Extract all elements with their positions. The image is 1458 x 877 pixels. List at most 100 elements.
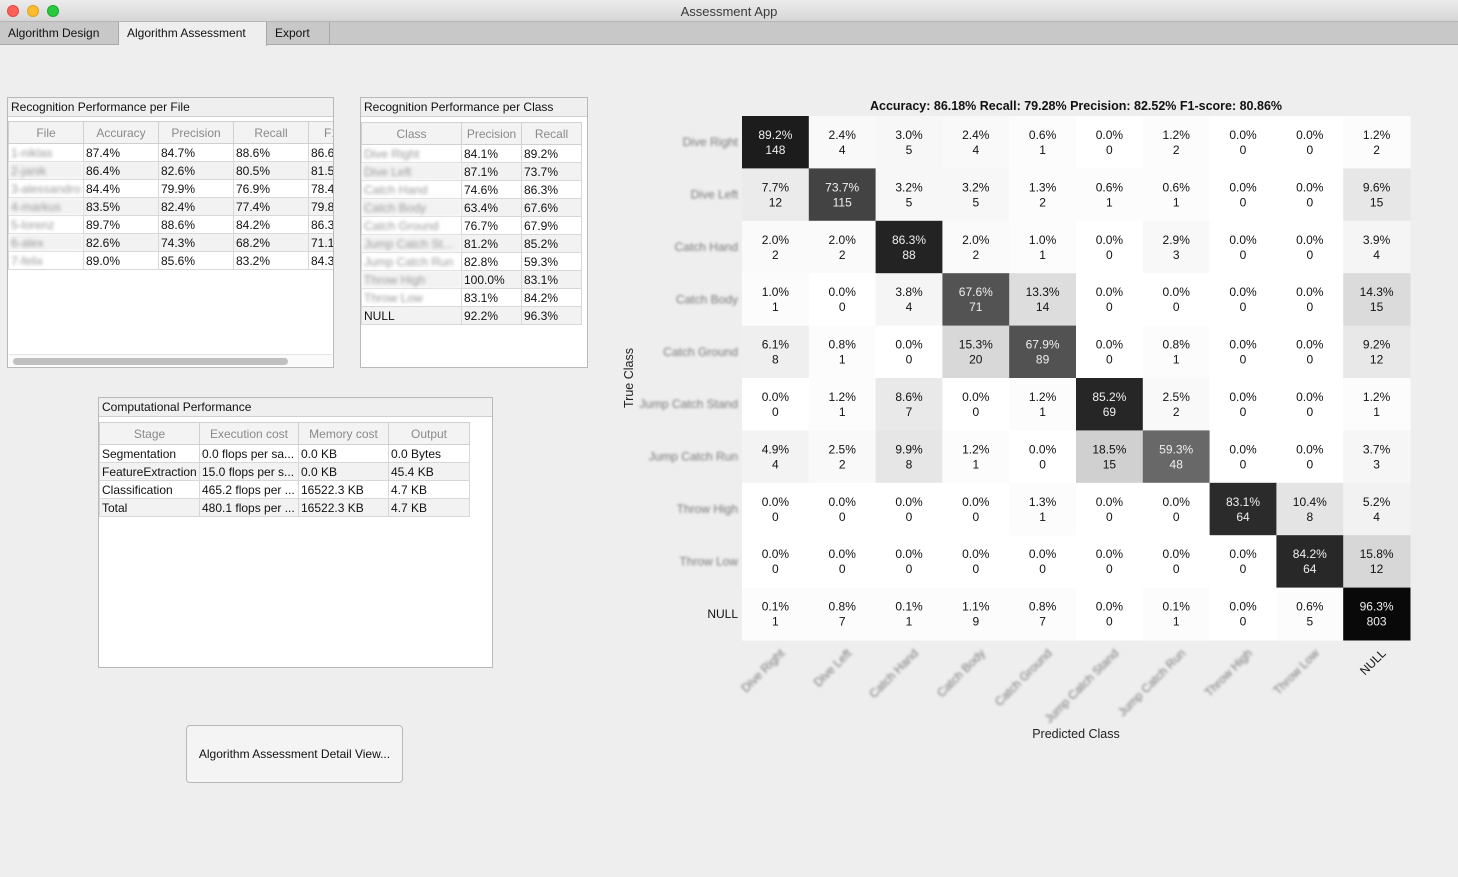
cell-count-label: 2 xyxy=(972,248,979,262)
cell-count-label: 0 xyxy=(906,353,913,367)
x-tick-label: Dive Left xyxy=(811,646,855,690)
cell-count-label: 0 xyxy=(1306,353,1313,367)
table-cell: 88.6% xyxy=(233,143,309,162)
table-row[interactable]: Throw High 100.0% 83.1% xyxy=(361,270,582,289)
table-row[interactable]: Catch Ground 76.7% 67.9% xyxy=(361,216,582,235)
computational-table: Stage Execution cost Memory cost Output Seg… xyxy=(99,422,470,517)
cell-percent-label: 9.2% xyxy=(1363,338,1391,352)
cell-count-label: 0 xyxy=(1306,405,1313,419)
table-row[interactable]: 4-markus 83.5% 82.4% 77.4% 79.8 xyxy=(8,197,333,216)
column-header[interactable]: Class xyxy=(361,122,462,145)
table-row[interactable]: Throw Low 83.1% 84.2% xyxy=(361,288,582,307)
table-cell: Jump Catch St... xyxy=(361,234,462,253)
cell-count-label: 115 xyxy=(833,195,852,209)
cell-count-label: 1 xyxy=(839,353,846,367)
cell-percent-label: 0.1% xyxy=(762,600,790,614)
table-cell: 68.2% xyxy=(233,233,309,252)
cell-count-label: 7 xyxy=(839,615,846,629)
cell-percent-label: 3.2% xyxy=(962,180,990,194)
table-row[interactable]: 3-alessandro 84.4% 79.9% 76.9% 78.4 xyxy=(8,179,333,198)
cell-percent-label: 0.0% xyxy=(1096,233,1124,247)
cell-percent-label: 0.0% xyxy=(1229,233,1257,247)
table-row[interactable]: Classification 465.2 flops per ... 16522.3… xyxy=(99,480,470,499)
table-row[interactable]: Jump Catch Run 82.8% 59.3% xyxy=(361,252,582,271)
cell-percent-label: 0.0% xyxy=(962,495,990,509)
column-header[interactable]: Precision xyxy=(461,122,522,145)
cell-count-label: 1 xyxy=(772,300,779,314)
column-header[interactable]: File xyxy=(8,121,84,144)
cell-percent-label: 9.6% xyxy=(1363,180,1391,194)
table-cell: 7-felix xyxy=(8,251,84,270)
table-row[interactable]: Jump Catch St... 81.2% 85.2% xyxy=(361,234,582,253)
table-cell: 79.8 xyxy=(308,197,333,216)
cell-count-label: 0 xyxy=(1240,143,1247,157)
table-cell: 83.5% xyxy=(83,197,159,216)
table-cell: 16522.3 KB xyxy=(298,498,389,517)
table-row[interactable]: Catch Hand 74.6% 86.3% xyxy=(361,180,582,199)
y-tick-label: Dive Left xyxy=(691,188,739,202)
y-tick-label: Jump Catch Stand xyxy=(639,397,738,411)
window-title: Assessment App xyxy=(680,4,778,19)
cell-count-label: 1 xyxy=(1173,195,1180,209)
table-row[interactable]: 6-alex 82.6% 74.3% 68.2% 71.1 xyxy=(8,233,333,252)
column-header[interactable]: F1 xyxy=(308,121,333,144)
table-cell: 87.4% xyxy=(83,143,159,162)
x-axis-label: Predicted Class xyxy=(1032,727,1120,741)
column-header[interactable]: Recall xyxy=(233,121,309,144)
cell-percent-label: 1.3% xyxy=(1029,180,1057,194)
cell-count-label: 4 xyxy=(839,143,846,157)
cell-percent-label: 8.6% xyxy=(895,390,923,404)
horizontal-scrollbar[interactable] xyxy=(9,354,332,366)
cell-percent-label: 15.3% xyxy=(959,338,993,352)
cell-count-label: 0 xyxy=(1039,562,1046,576)
table-cell: 83.1% xyxy=(521,270,582,289)
cell-percent-label: 2.9% xyxy=(1163,233,1191,247)
table-cell: 76.9% xyxy=(233,179,309,198)
cell-percent-label: 3.2% xyxy=(895,180,923,194)
table-row[interactable]: Dive Right 84.1% 89.2% xyxy=(361,144,582,163)
y-axis-label: True Class xyxy=(622,348,636,408)
cell-count-label: 4 xyxy=(772,457,779,471)
column-header[interactable]: Execution cost xyxy=(199,422,299,445)
tab-algorithm-assessment[interactable]: Algorithm Assessment xyxy=(119,22,267,46)
cell-count-label: 1 xyxy=(906,615,913,629)
column-header[interactable]: Memory cost xyxy=(298,422,389,445)
column-header[interactable]: Stage xyxy=(99,422,200,445)
scrollbar-thumb[interactable] xyxy=(13,358,288,365)
table-row[interactable]: FeatureExtraction 15.0 flops per s... 0.0 … xyxy=(99,462,470,481)
table-cell: 89.0% xyxy=(83,251,159,270)
detail-view-button[interactable]: Algorithm Assessment Detail View... xyxy=(186,725,403,783)
table-row[interactable]: 7-felix 89.0% 85.6% 83.2% 84.3 xyxy=(8,251,333,270)
table-row[interactable]: Catch Body 63.4% 67.6% xyxy=(361,198,582,217)
column-header[interactable]: Output xyxy=(388,422,470,445)
cell-count-label: 64 xyxy=(1236,510,1250,524)
cell-count-label: 0 xyxy=(1240,562,1247,576)
table-row[interactable]: 5-lorenz 89.7% 88.6% 84.2% 86.3 xyxy=(8,215,333,234)
tab-algorithm-design[interactable]: Algorithm Design xyxy=(0,22,119,45)
tab-export[interactable]: Export xyxy=(267,22,330,45)
table-cell: 79.9% xyxy=(158,179,234,198)
cell-percent-label: 83.1% xyxy=(1226,495,1260,509)
cell-percent-label: 89.2% xyxy=(758,128,792,142)
table-row[interactable]: 2-janik 86.4% 82.6% 80.5% 81.5 xyxy=(8,161,333,180)
per-class-table-viewport: Class Precision Recall Dive Right 84.1% 89.2… xyxy=(361,122,587,362)
per-file-panel: Recognition Performance per File File Acc… xyxy=(7,97,334,368)
column-header[interactable]: Accuracy xyxy=(83,121,159,144)
cell-percent-label: 0.0% xyxy=(895,495,923,509)
table-cell: 86.3% xyxy=(521,180,582,199)
table-row[interactable]: 1-niklas 87.4% 84.7% 88.6% 86.6 xyxy=(8,143,333,162)
table-row[interactable]: Segmentation 0.0 flops per sa... 0.0 KB 0.0… xyxy=(99,444,470,463)
cell-count-label: 0 xyxy=(839,300,846,314)
table-cell: Catch Ground xyxy=(361,216,462,235)
cell-count-label: 69 xyxy=(1103,405,1117,419)
cell-percent-label: 0.0% xyxy=(1229,390,1257,404)
column-header[interactable]: Precision xyxy=(158,121,234,144)
cell-count-label: 1 xyxy=(972,457,979,471)
cell-count-label: 1 xyxy=(839,405,846,419)
table-row[interactable]: NULL 92.2% 96.3% xyxy=(361,306,582,325)
table-row[interactable]: Total 480.1 flops per ... 16522.3 KB 4.7 KB xyxy=(99,498,470,517)
table-cell: 6-alex xyxy=(8,233,84,252)
cell-percent-label: 4.9% xyxy=(762,442,790,456)
column-header[interactable]: Recall xyxy=(521,122,582,145)
table-row[interactable]: Dive Left 87.1% 73.7% xyxy=(361,162,582,181)
